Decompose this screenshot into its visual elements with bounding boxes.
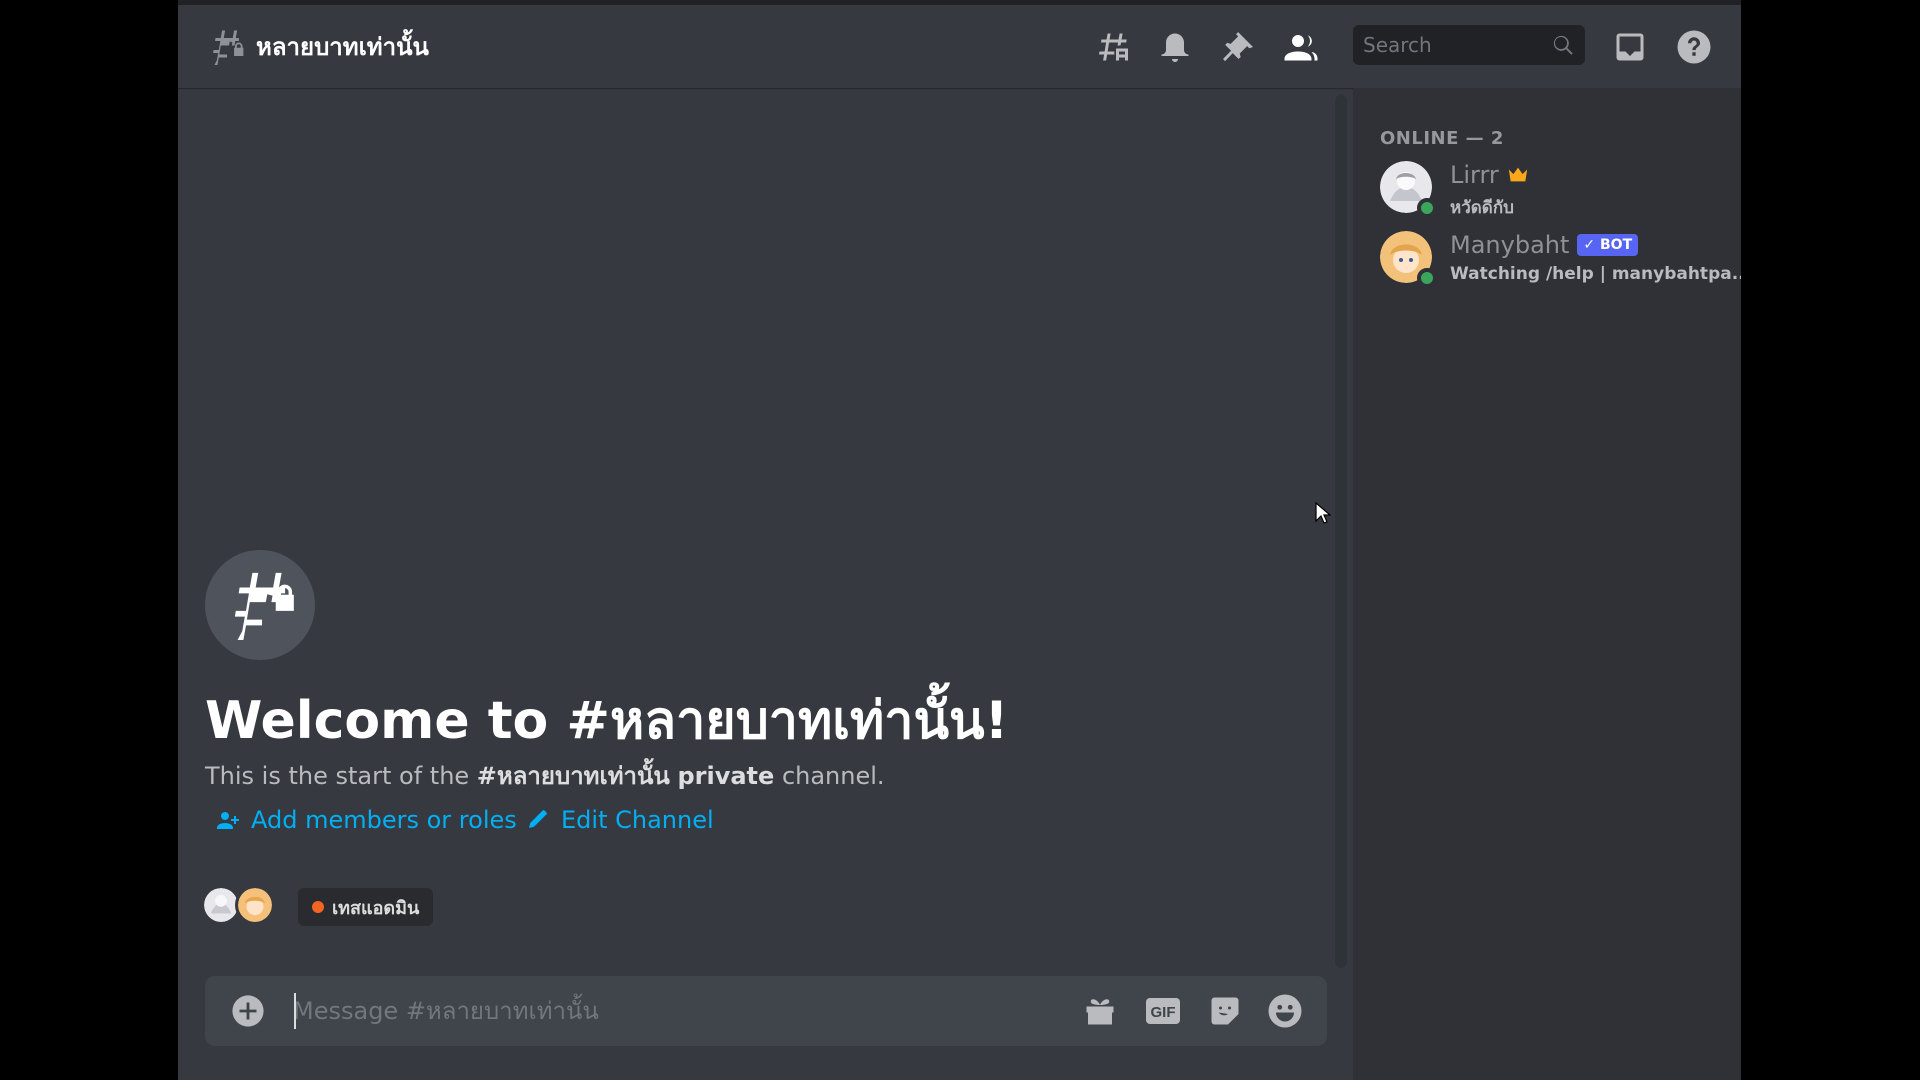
welcome-desc-channel: #หลายบาทเท่านั้น <box>476 762 670 790</box>
member-list-button[interactable] <box>1281 27 1321 67</box>
member-name-text: Lirrr <box>1450 161 1499 189</box>
role-chip[interactable]: เทสแอดมิน <box>298 888 434 926</box>
help-icon <box>1677 30 1711 64</box>
message-input[interactable] <box>293 989 973 1033</box>
welcome-desc-suffix: channel. <box>774 762 885 790</box>
notifications-button[interactable] <box>1155 27 1195 67</box>
emoji-icon <box>1268 994 1302 1028</box>
bot-tag: ✓ BOT <box>1577 234 1639 256</box>
channel-header: หลายบาทเท่านั้น <box>178 5 1741 88</box>
pencil-icon <box>529 810 547 828</box>
role-chip-label: เทสแอดมิน <box>332 897 420 919</box>
add-members-button[interactable]: Add members or roles <box>215 800 517 840</box>
pinned-messages-button[interactable] <box>1218 27 1258 67</box>
edit-channel-button[interactable]: Edit Channel <box>525 800 714 840</box>
help-button[interactable] <box>1674 27 1714 67</box>
members-icon <box>1284 35 1318 61</box>
search-input[interactable] <box>1353 25 1543 65</box>
gif-label: GIF <box>1151 1004 1176 1021</box>
member-name: Lirrr <box>1450 161 1529 189</box>
welcome-title: Welcome to #หลายบาทเท่านั้น! <box>205 691 1009 751</box>
pin-icon <box>1223 32 1253 62</box>
threads-button[interactable] <box>1093 27 1133 67</box>
welcome-desc-prefix: This is the start of the <box>205 762 477 790</box>
discord-window: หลายบาทเท่านั้น Search Welcome to #หลายบ… <box>178 0 1741 1080</box>
private-channel-icon <box>213 30 244 65</box>
gif-button[interactable]: GIF <box>1143 991 1183 1031</box>
add-members-label: Add members or roles <box>251 806 517 834</box>
mouse-cursor-icon <box>1315 502 1331 524</box>
channel-name: หลายบาทเท่านั้น <box>256 33 429 61</box>
role-color-dot <box>312 901 324 913</box>
channel-avatar <box>205 550 315 660</box>
welcome-desc-private: private <box>677 762 775 790</box>
sticker-button[interactable] <box>1205 991 1245 1031</box>
private-channel-icon <box>234 572 294 640</box>
chat-area: Welcome to #หลายบาทเท่านั้น! This is the… <box>178 88 1341 1080</box>
gift-button[interactable] <box>1080 991 1120 1031</box>
welcome-description: This is the start of the #หลายบาทเท่านั้… <box>205 756 885 795</box>
emoji-button[interactable] <box>1265 991 1305 1031</box>
member-status-text: หวัดดีกับ <box>1450 198 1514 218</box>
bell-icon <box>1161 33 1189 62</box>
chat-scrollbar[interactable] <box>1335 95 1347 968</box>
member-name: Manybaht ✓ BOT <box>1450 231 1639 259</box>
member-status-text: Watching /help | manybahtpa... <box>1450 264 1741 284</box>
text-caret <box>294 993 296 1029</box>
gift-icon <box>1086 999 1114 1025</box>
online-status-dot <box>1417 268 1437 288</box>
online-status-dot <box>1417 198 1437 218</box>
threads-icon <box>1099 33 1128 61</box>
inbox-icon <box>1616 33 1644 61</box>
edit-channel-label: Edit Channel <box>561 806 714 834</box>
online-header: ONLINE — 2 <box>1380 128 1504 149</box>
search-icon <box>1553 35 1573 55</box>
member-name-text: Manybaht <box>1450 231 1570 259</box>
sticker-icon <box>1211 997 1239 1025</box>
search-box[interactable] <box>1353 25 1585 65</box>
member-avatar-manybaht[interactable] <box>235 885 275 925</box>
crown-icon <box>1508 167 1527 182</box>
message-composer: GIF <box>205 976 1327 1046</box>
gif-icon: GIF <box>1146 998 1180 1024</box>
upload-plus-icon[interactable] <box>231 994 265 1028</box>
member-list: ONLINE — 2 Lirrr หวัดดีกับ Manybaht ✓ BO… <box>1353 88 1741 1080</box>
member-item-lirrr[interactable]: Lirrr หวัดดีกับ <box>1380 161 1730 223</box>
inbox-button[interactable] <box>1610 27 1650 67</box>
add-member-icon <box>217 812 239 829</box>
member-item-manybaht[interactable]: Manybaht ✓ BOT Watching /help | manybaht… <box>1380 231 1741 293</box>
